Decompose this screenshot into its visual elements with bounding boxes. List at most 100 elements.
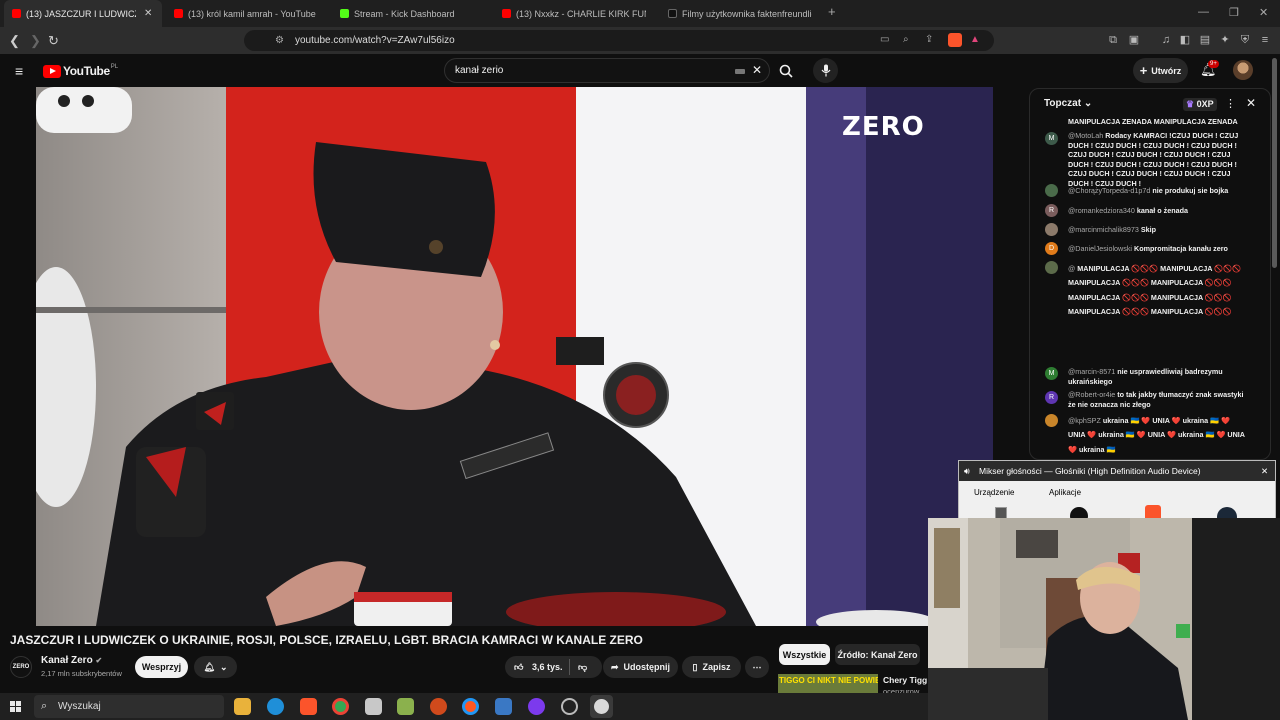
save-button[interactable]: ▯ Zapisz (682, 656, 741, 678)
more-actions-button[interactable]: ⋯ (745, 656, 769, 678)
like-count[interactable]: 3,6 tys. (532, 662, 563, 672)
mixer-title-bar[interactable]: 🔊︎ Mikser głośności — Głośniki (High Def… (959, 461, 1275, 481)
search-button[interactable] (774, 59, 797, 82)
clear-search-icon[interactable]: ✕ (752, 63, 762, 77)
like-icon[interactable]: 👍︎ (514, 662, 523, 673)
create-button[interactable]: + Utwórz (1133, 58, 1188, 83)
chat-avatar: M (1045, 132, 1058, 145)
minecraft-icon[interactable] (397, 698, 414, 715)
plus-icon: + (1139, 63, 1148, 78)
close-mixer-icon[interactable]: ✕ (1261, 461, 1268, 481)
back-icon[interactable]: ❮ (9, 33, 20, 49)
new-tab-button[interactable]: + (828, 4, 836, 19)
site-settings-icon[interactable]: ⚙︎ (275, 35, 284, 46)
chat-author[interactable]: @ (1068, 264, 1075, 273)
app-icon[interactable] (365, 698, 382, 715)
browser-tab[interactable]: (13) Nxxkz - CHARLIE KIRK FUNK (Of (494, 0, 654, 27)
chat-avatar: M (1045, 367, 1058, 380)
microphone-icon (821, 64, 830, 77)
sidebar-icon[interactable]: ◧ (1179, 34, 1191, 46)
browser-tab-active[interactable]: (13) JASZCZUR I LUDWICZEK ✕ (4, 0, 162, 27)
leo-icon[interactable]: ✦ (1219, 34, 1231, 46)
minimize-icon[interactable]: — (1198, 6, 1209, 18)
save-icon: ▯ (692, 661, 698, 672)
filter-chip-all[interactable]: Wszystkie (779, 644, 830, 665)
subscriber-count: 2,17 mln subskrybentów (41, 669, 122, 678)
forward-icon[interactable]: ❯ (30, 33, 41, 49)
filter-chip-source[interactable]: Źródło: Kanał Zero (835, 644, 920, 665)
close-window-icon[interactable]: ✕ (1259, 6, 1268, 19)
taskbar-search-input[interactable]: ⌕ Wyszukaj (34, 695, 224, 718)
close-chat-icon[interactable]: ✕ (1246, 96, 1256, 110)
recommendation-thumbnail[interactable]: TIGGO CI NIKT NIE POWIE (778, 674, 878, 693)
brave-shield-icon[interactable] (948, 33, 962, 47)
channel-name[interactable]: Kanał Zero ✔ (41, 655, 102, 666)
screenshot-icon[interactable]: ▣ (1128, 34, 1140, 46)
zoom-icon[interactable]: ⌕ (903, 34, 909, 45)
chat-author[interactable]: @kphSPZ (1068, 416, 1101, 425)
more-options-icon[interactable]: ⋮ (1225, 97, 1236, 110)
close-tab-icon[interactable]: ✕ (144, 8, 152, 19)
video-player[interactable]: ZERO (36, 87, 993, 626)
dislike-icon[interactable]: 👎︎ (578, 662, 587, 673)
chat-author[interactable]: @DanielJesiolowski (1068, 244, 1132, 253)
app-icon[interactable] (528, 698, 545, 715)
share-button[interactable]: ➦ Udostępnij (603, 656, 678, 678)
brave-icon[interactable] (300, 698, 317, 715)
chat-mode-dropdown[interactable]: Topczat ⌄ (1044, 98, 1092, 109)
chat-author[interactable]: @MotoLah (1068, 131, 1103, 140)
edge-icon[interactable] (267, 698, 284, 715)
chat-author[interactable]: @marcin-8571 (1068, 367, 1115, 376)
browser-tab[interactable]: Filmy użytkownika faktenfreundlich (660, 0, 820, 27)
media-icon[interactable]: ♫ (1160, 34, 1172, 46)
hamburger-menu-icon[interactable]: ≡ (15, 63, 23, 79)
extensions-icon[interactable]: ⧉ (1107, 34, 1119, 46)
chrome-icon[interactable] (332, 698, 349, 715)
notification-badge: 9+ (1208, 60, 1219, 68)
reload-icon[interactable]: ↻ (48, 33, 59, 49)
chat-avatar (1045, 184, 1058, 197)
search-input[interactable]: kanał zerio ✕ (444, 58, 770, 83)
vpn-icon[interactable]: ⛨ (1239, 34, 1251, 46)
search-icon (779, 64, 793, 78)
page-scrollbar[interactable] (1272, 58, 1277, 268)
points-badge[interactable]: ♛ 0XP (1183, 98, 1217, 111)
keyboard-icon[interactable] (735, 69, 745, 74)
browser-tab-strip: (13) JASZCZUR I LUDWICZEK ✕ (13) król ka… (0, 0, 1280, 27)
more-horizontal-icon: ⋯ (752, 661, 762, 672)
chat-text: Skip (1140, 225, 1156, 234)
youtube-play-icon (43, 64, 61, 78)
rewards-icon[interactable]: ▲ (970, 34, 980, 45)
restore-icon[interactable]: ❐ (1229, 6, 1239, 19)
active-app-icon[interactable] (590, 695, 613, 718)
device-label: Urządzenie (974, 488, 1015, 497)
obs-icon[interactable] (561, 698, 578, 715)
app-icon[interactable] (495, 698, 512, 715)
chat-author[interactable]: @Robert-or4ie (1068, 390, 1115, 399)
file-explorer-icon[interactable] (234, 698, 251, 715)
app-icon[interactable] (430, 698, 447, 715)
chevron-down-icon: ⌄ (1083, 98, 1093, 109)
youtube-logo[interactable]: YouTube PL (43, 64, 118, 78)
chat-author[interactable]: @marcinmichalik8973 (1068, 225, 1139, 234)
voice-search-button[interactable] (813, 58, 838, 83)
avatar[interactable] (1233, 60, 1253, 80)
subscription-bell-button[interactable]: 🔔︎ ⌄ (194, 656, 237, 678)
channel-avatar[interactable]: ZERO (10, 656, 32, 678)
menu-icon[interactable]: ≡ (1259, 34, 1271, 46)
start-button[interactable] (10, 701, 21, 712)
recommendation-title[interactable]: Chery Tigg (883, 675, 927, 685)
chat-text: nie produkuj sie bojka (1152, 186, 1229, 195)
cast-icon[interactable]: ▭ (880, 34, 889, 45)
tab-label: (13) król kamil amrah - YouTube (188, 8, 316, 19)
tiktok-icon (668, 9, 677, 18)
address-bar[interactable]: ⚙︎ youtube.com/watch?v=ZAw7ul56izo ▭ ⌕ ⇪… (244, 30, 994, 51)
chat-author[interactable]: @ChorążyTorpeda-d1p7d (1068, 186, 1150, 195)
browser-tab[interactable]: (13) król kamil amrah - YouTube (166, 0, 326, 27)
wallet-icon[interactable]: ▤ (1199, 34, 1211, 46)
support-button[interactable]: Wesprzyj (135, 656, 188, 678)
share-icon[interactable]: ⇪ (925, 34, 933, 45)
browser-icon[interactable] (462, 698, 479, 715)
browser-tab[interactable]: Stream - Kick Dashboard (332, 0, 492, 27)
chat-author[interactable]: @romankedziora340 (1068, 206, 1135, 215)
